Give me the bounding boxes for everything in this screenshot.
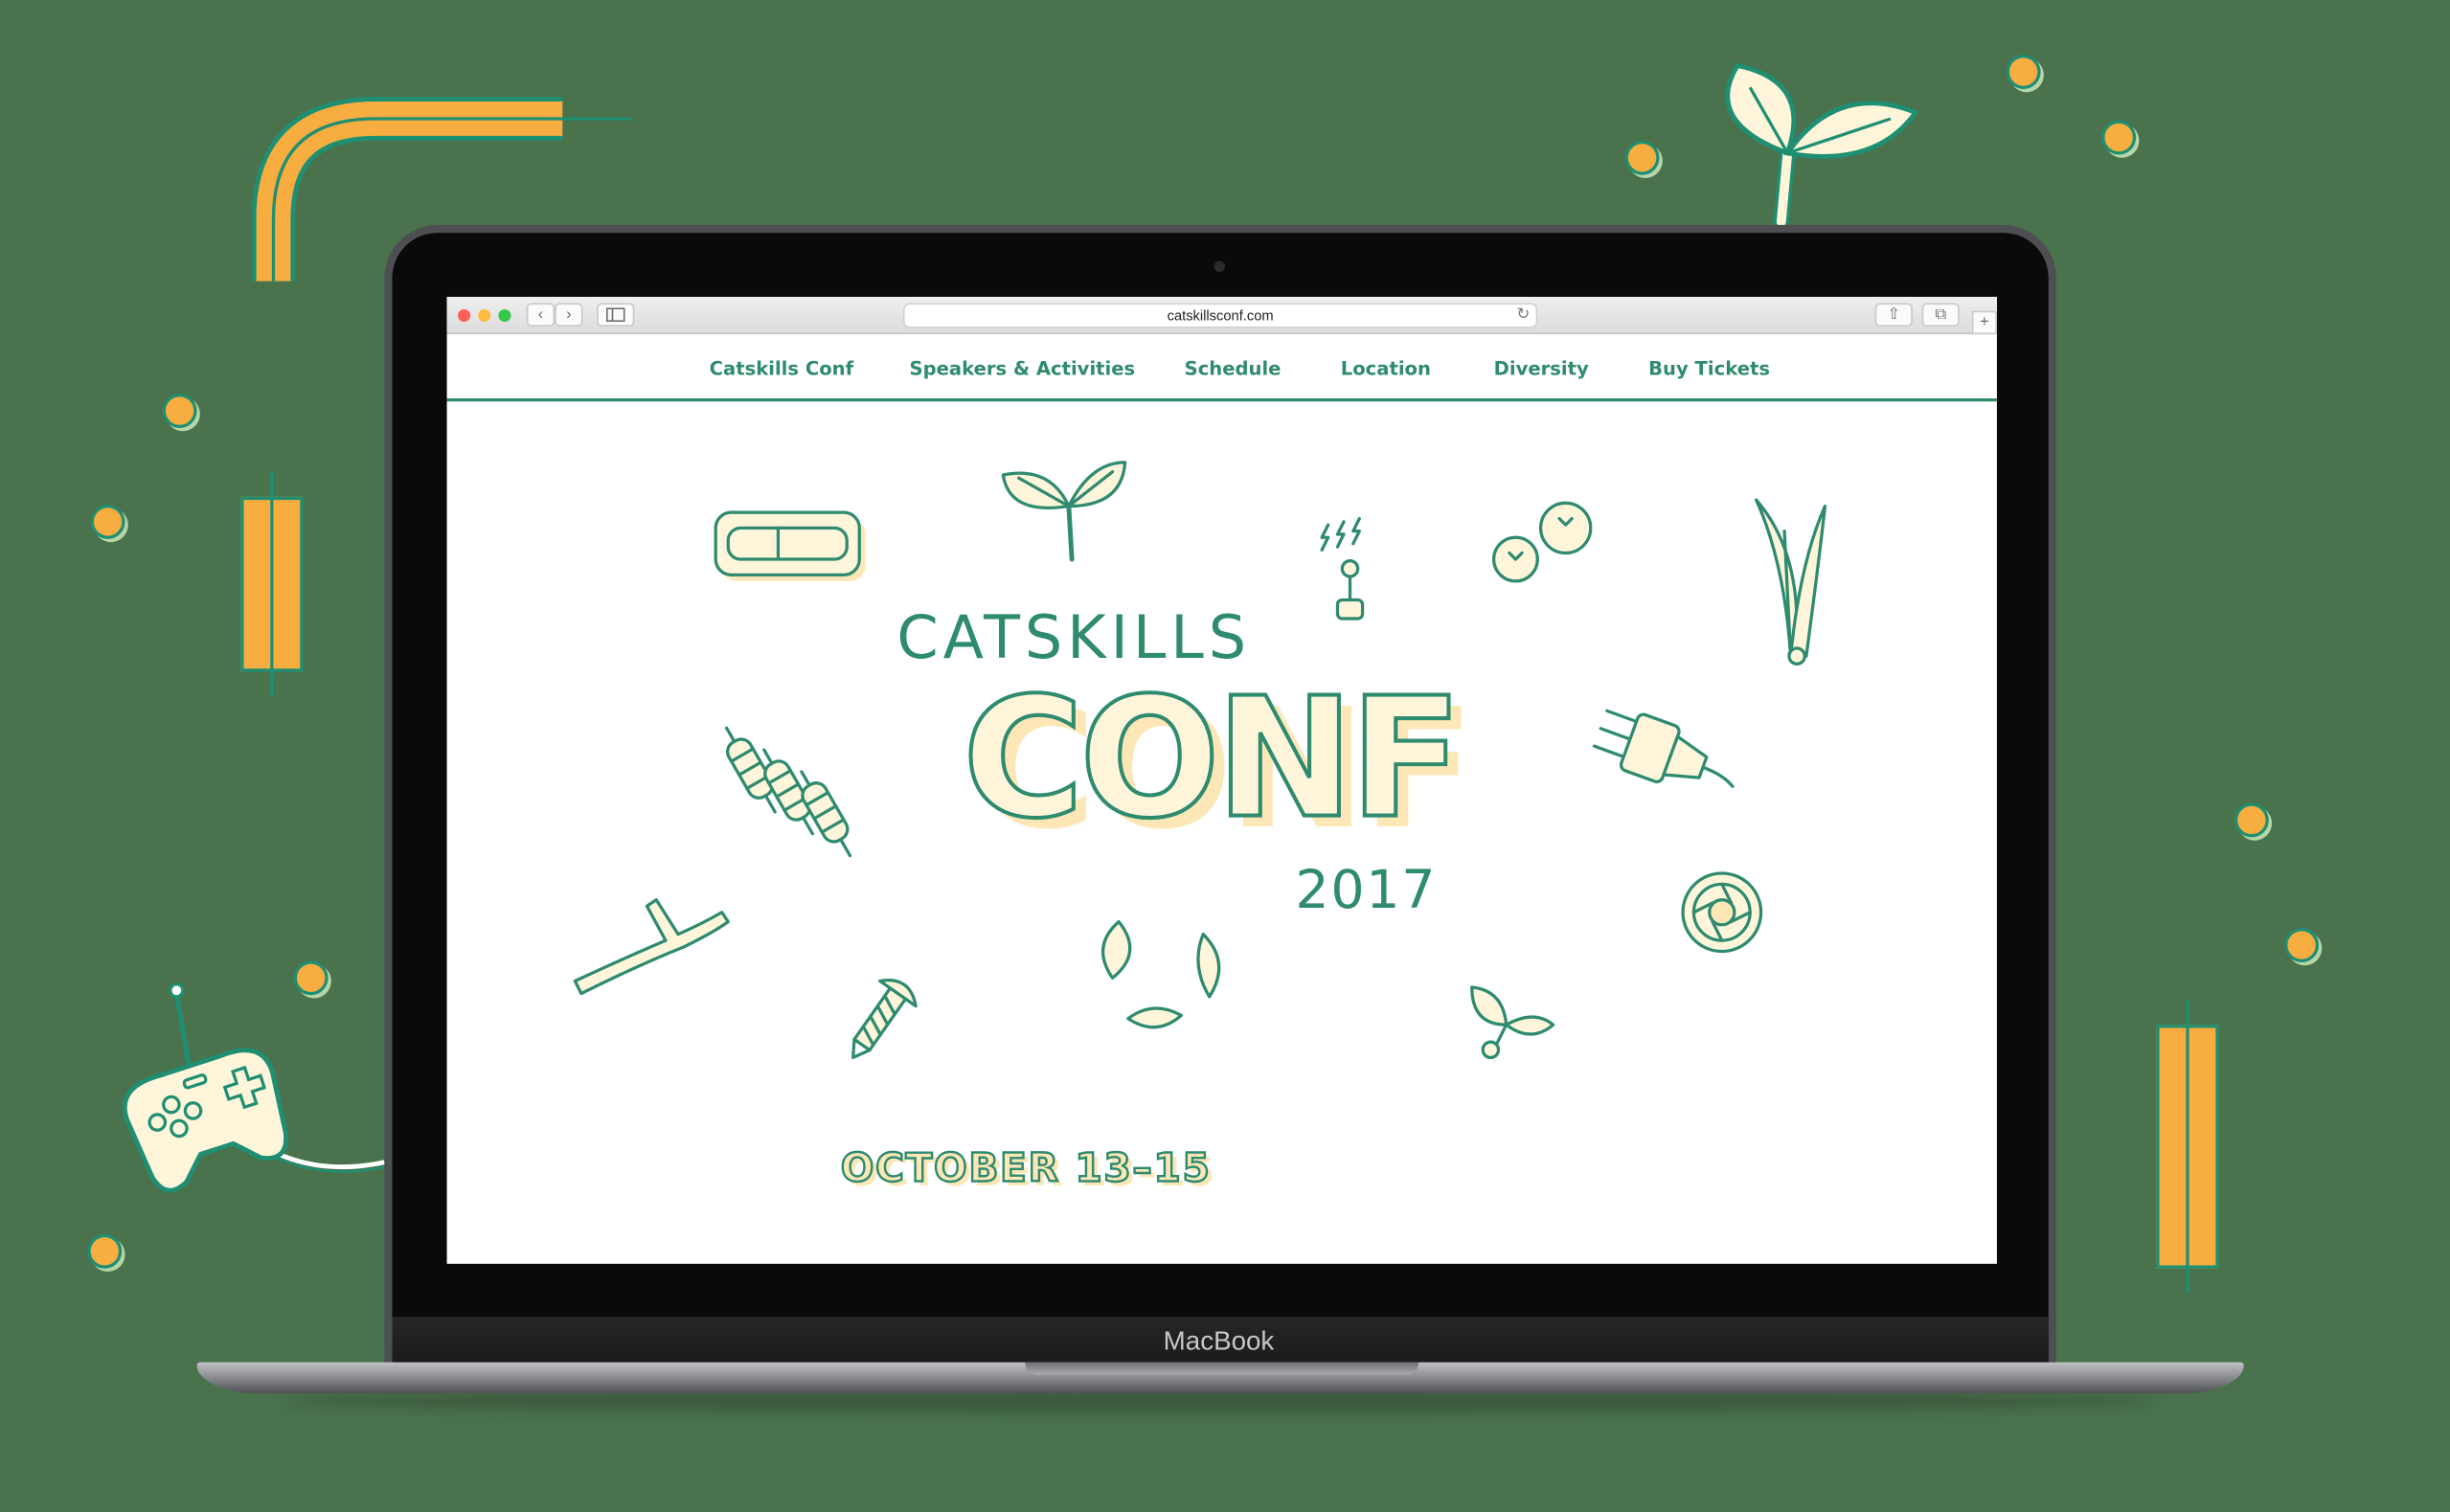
harmonica-icon [714,510,866,581]
decor-dot [1624,140,1660,175]
leaves-icon [1100,919,1221,1029]
plug-icon [1592,709,1735,788]
decor-bar [2156,1000,2219,1294]
device-label: MacBook [1163,1326,1275,1357]
laptop-notch [1025,1362,1419,1375]
decor-dot [90,504,125,539]
grass-icon [1755,498,1827,666]
joystick-icon [1320,516,1365,621]
stage: MacBook ‹ › catskillsconf.com ↻ ⇧ ⧉ + Ca… [0,0,2450,1512]
webcam [1214,260,1226,272]
laptop-shadow [281,1389,2157,1412]
seedling-icon [1470,985,1555,1060]
hero-year: 2017 [1295,859,1438,922]
camera-lens-icon [1681,871,1763,954]
decor-dot [293,960,329,996]
blueberries-icon [1491,501,1593,583]
sprout-icon [1001,461,1127,562]
hero-title-line-2: CONF [961,662,1464,855]
screw-icon [851,978,918,1059]
decor-dot [2101,120,2137,155]
resistors-icon [724,726,852,858]
decor-dot [2284,928,2319,962]
decor-dot [2006,55,2041,89]
decor-dot [87,1233,123,1269]
hero-date: OCTOBER 13–15 [839,1144,1212,1192]
browser-window: ‹ › catskillsconf.com ↻ ⇧ ⧉ + Catskills … [446,296,1997,1264]
decor-dot [162,394,197,429]
twig-icon [573,898,730,996]
decor-bar [240,471,304,697]
decor-dot [2234,802,2269,838]
